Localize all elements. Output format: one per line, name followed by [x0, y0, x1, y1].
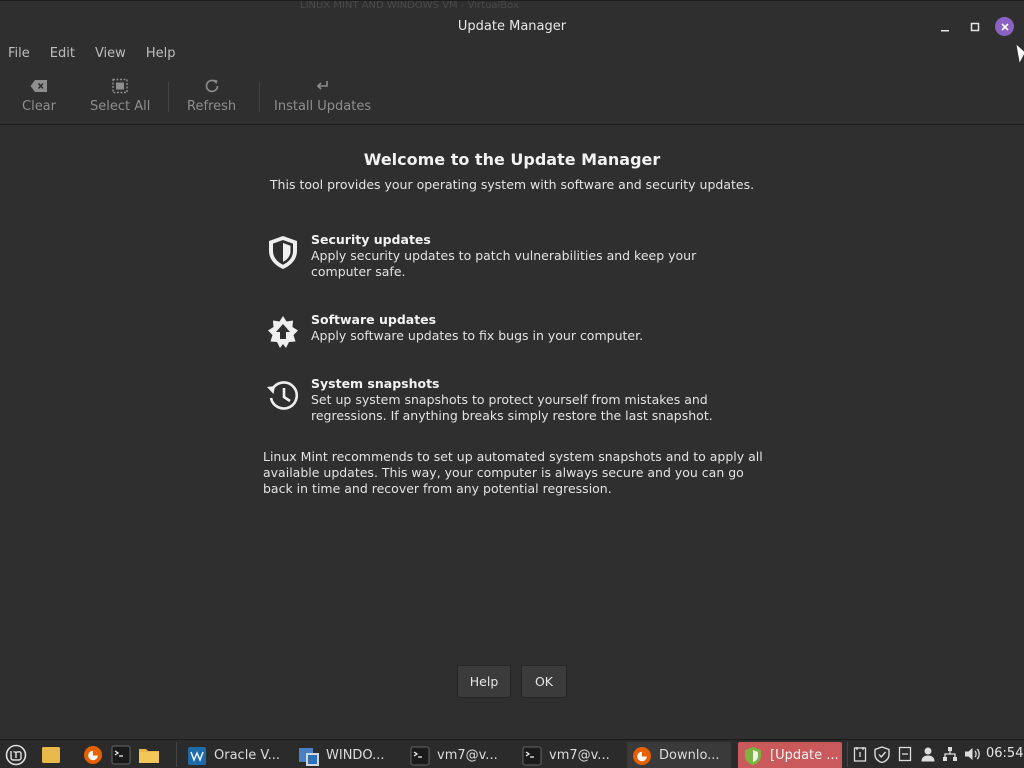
task-terminal-2[interactable]: vm7@v...: [517, 742, 621, 768]
firefox-icon: [631, 745, 653, 766]
maximize-icon: [970, 22, 980, 32]
desktop-folder-icon: [42, 746, 60, 763]
select-all-label: Select All: [90, 99, 151, 114]
task-label: vm7@v...: [549, 748, 610, 763]
tray-update-manager[interactable]: [873, 745, 891, 763]
menu-view[interactable]: View: [95, 42, 126, 66]
help-button[interactable]: Help: [457, 665, 511, 698]
feature-title: Security updates: [311, 232, 431, 247]
shield-icon: [742, 745, 764, 766]
user-icon: [921, 747, 935, 762]
terminal-icon: [409, 745, 431, 766]
backspace-icon: [24, 76, 54, 96]
taskbar: Oracle V... WINDO... vm7@v... vm7@v... D…: [0, 739, 1024, 768]
firefox-launcher[interactable]: [82, 744, 104, 765]
feature-description: Set up system snapshots to protect yours…: [311, 392, 713, 423]
title-bar[interactable]: LINUX MINT AND WINDOWS VM - VirtualBox U…: [0, 0, 1024, 42]
terminal-icon: [111, 745, 131, 764]
network-icon: [943, 747, 957, 761]
desktop: LINUX MINT AND WINDOWS VM - VirtualBox U…: [0, 0, 1024, 768]
task-label: [Update ...: [770, 748, 839, 763]
task-oracle-virtualbox[interactable]: Oracle V...: [182, 742, 290, 768]
folder-icon: [139, 748, 159, 763]
shield-check-icon: [874, 745, 890, 763]
update-star-icon: [263, 312, 303, 352]
refresh-icon: [197, 76, 227, 96]
clear-button[interactable]: Clear: [22, 76, 56, 120]
task-label: vm7@v...: [437, 748, 498, 763]
task-update-manager[interactable]: [Update ...: [738, 742, 842, 768]
welcome-subtitle: This tool provides your operating system…: [269, 177, 755, 192]
firefox-icon: [84, 745, 102, 764]
tray-user[interactable]: [919, 745, 937, 763]
refresh-label: Refresh: [187, 99, 237, 114]
toolbar-separator: [259, 82, 260, 112]
taskbar-separator: [176, 742, 177, 767]
close-icon: [1000, 22, 1009, 31]
minimize-button[interactable]: [935, 17, 955, 37]
tray-network[interactable]: [941, 745, 959, 763]
tray-clipboard[interactable]: [897, 745, 913, 763]
select-all-button[interactable]: Select All: [90, 76, 150, 120]
tray-notes[interactable]: [852, 745, 868, 763]
welcome-title: Welcome to the Update Manager: [363, 150, 661, 169]
mint-menu-button[interactable]: [5, 744, 27, 765]
window-title: Update Manager: [457, 19, 567, 34]
task-label: Oracle V...: [214, 748, 281, 763]
install-enter-icon: [308, 76, 338, 96]
show-desktop-button[interactable]: [40, 744, 62, 765]
toolbar: Clear Select All Refresh Install Updates: [0, 70, 1024, 125]
clock[interactable]: 06:54: [986, 746, 1023, 761]
tray-volume[interactable]: [963, 745, 981, 763]
ok-button[interactable]: OK: [521, 665, 567, 698]
task-terminal-1[interactable]: vm7@v...: [405, 742, 509, 768]
task-windows-vm[interactable]: WINDO...: [294, 742, 398, 768]
notes-icon: [853, 747, 867, 762]
recommendation-text: Linux Mint recommends to set up automate…: [263, 449, 763, 496]
history-icon: [263, 376, 303, 416]
close-button[interactable]: [995, 17, 1014, 36]
feature-description: Apply software updates to fix bugs in yo…: [311, 328, 644, 343]
volume-icon: [964, 748, 980, 760]
install-updates-label: Install Updates: [274, 99, 372, 114]
feature-title: System snapshots: [311, 376, 440, 391]
task-downloads-firefox[interactable]: Downlo...: [627, 742, 731, 768]
menu-bar: File Edit View Help: [0, 42, 1024, 66]
refresh-button[interactable]: Refresh: [187, 76, 236, 120]
mint-logo-icon: [5, 744, 27, 765]
terminal-icon: [521, 745, 543, 766]
maximize-button[interactable]: [965, 17, 985, 37]
task-label: WINDO...: [326, 748, 385, 763]
menu-edit[interactable]: Edit: [50, 42, 75, 66]
terminal-launcher[interactable]: [110, 744, 132, 765]
minimize-icon: [941, 30, 949, 32]
taskbar-separator: [847, 742, 848, 767]
clear-label: Clear: [22, 99, 56, 114]
toolbar-separator: [168, 82, 169, 112]
select-all-icon: [105, 76, 135, 96]
menu-file[interactable]: File: [8, 42, 30, 66]
vm-window-icon: [298, 745, 320, 766]
virtualbox-icon: [186, 745, 208, 766]
shield-icon: [263, 232, 303, 272]
install-updates-button[interactable]: Install Updates: [274, 76, 371, 120]
clipboard-icon: [898, 746, 912, 762]
feature-title: Software updates: [311, 312, 437, 327]
task-label: Downlo...: [659, 748, 720, 763]
feature-description: Apply security updates to patch vulnerab…: [311, 248, 697, 279]
background-window-title: LINUX MINT AND WINDOWS VM - VirtualBox: [300, 1, 519, 11]
menu-help[interactable]: Help: [146, 42, 176, 66]
files-launcher[interactable]: [138, 744, 160, 765]
